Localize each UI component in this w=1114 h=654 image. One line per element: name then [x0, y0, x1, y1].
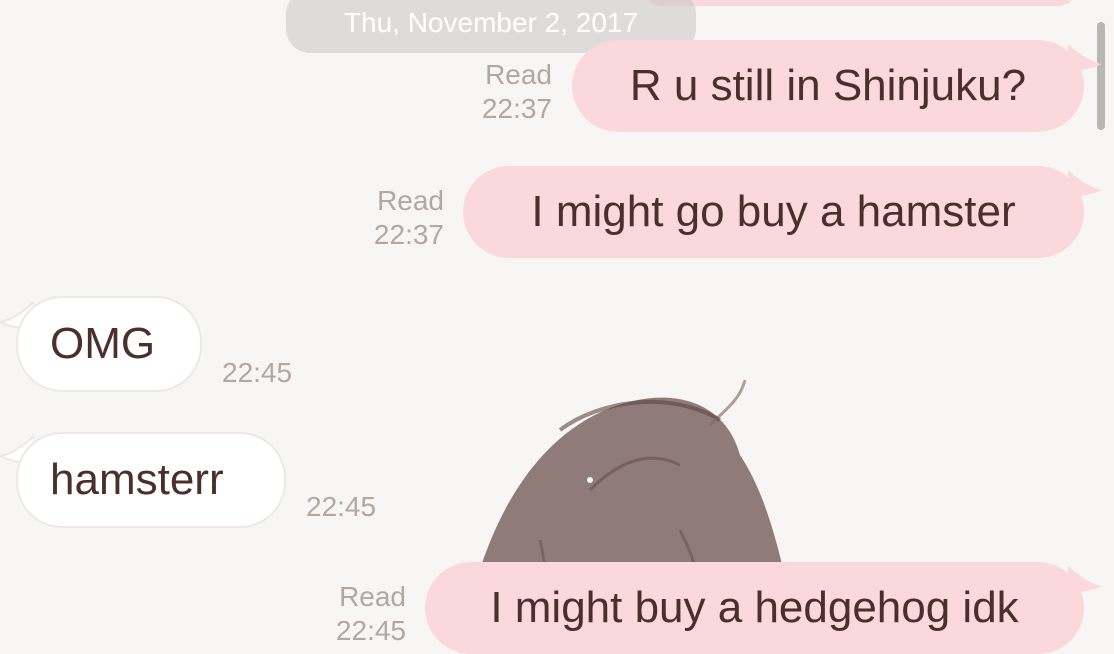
bubble-tail-icon	[1068, 566, 1102, 593]
message-bubble-received[interactable]: hamsterr	[16, 432, 286, 528]
bubble-tail-icon	[1068, 44, 1102, 71]
message-bubble-received[interactable]: OMG	[16, 296, 202, 392]
message-text: hamsterr	[50, 455, 224, 504]
message-meta: Read 22:37	[330, 184, 444, 252]
message-meta: Read 22:37	[440, 58, 552, 126]
message-time: 22:45	[222, 357, 293, 388]
message-time: 22:37	[373, 219, 444, 250]
message-text: I might buy a hedgehog idk	[490, 583, 1019, 632]
read-status: Read	[377, 185, 444, 216]
read-status: Read	[485, 59, 552, 90]
message-text: I might go buy a hamster	[531, 187, 1016, 236]
previous-message-bubble[interactable]	[640, 0, 1080, 6]
message-time: 22:45	[306, 491, 377, 522]
bubble-tail-icon	[1068, 170, 1102, 197]
message-bubble-sent[interactable]: I might buy a hedgehog idk	[425, 562, 1084, 654]
message-time: 22:37	[481, 93, 552, 124]
read-status: Read	[339, 581, 406, 612]
message-text: OMG	[50, 319, 156, 368]
message-time: 22:45	[335, 615, 406, 646]
message-meta: Read 22:45	[290, 580, 406, 648]
message-bubble-sent[interactable]: I might go buy a hamster	[463, 166, 1084, 258]
message-text: R u still in Shinjuku?	[629, 61, 1027, 110]
message-bubble-sent[interactable]: R u still in Shinjuku?	[572, 40, 1084, 132]
scrollbar[interactable]	[1097, 22, 1105, 130]
